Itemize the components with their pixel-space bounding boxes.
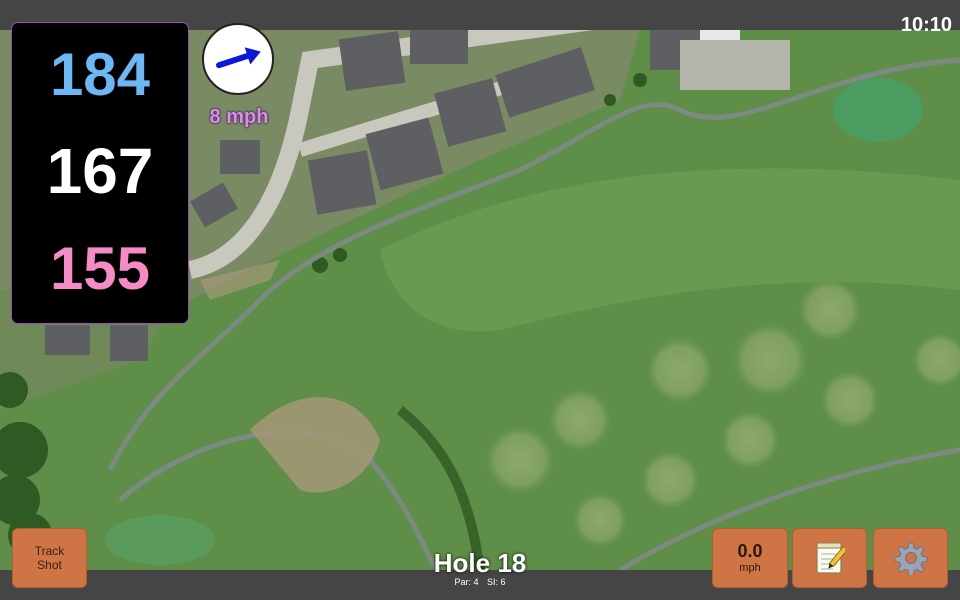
track-shot-button[interactable]: Track Shot — [12, 528, 87, 588]
notes-button[interactable] — [792, 528, 867, 588]
hole-par: Par: 4 — [454, 577, 479, 587]
arrow-right-icon — [215, 47, 261, 69]
status-time: 10:10 — [900, 14, 952, 36]
track-shot-label-line1: Track — [34, 544, 65, 558]
speed-button[interactable]: 0.0 mph — [712, 528, 788, 588]
track-shot-label-line2: Shot — [37, 558, 62, 572]
hole-meta: Par: 4 SI: 6 — [380, 577, 580, 587]
wind-speed: 8 mph — [209, 106, 269, 128]
settings-button[interactable] — [873, 528, 948, 588]
hole-title: Hole 18 — [433, 548, 527, 578]
speed-value: 0.0 — [737, 541, 763, 561]
wind-indicator — [202, 23, 274, 95]
hole-stroke-index: SI: 6 — [487, 577, 506, 587]
middle-distance: 167 — [46, 135, 154, 207]
gear-icon — [893, 542, 928, 575]
notepad-icon — [815, 542, 845, 574]
front-distance: 155 — [49, 235, 151, 302]
speed-unit: mph — [739, 562, 761, 574]
distance-panel: 184 167 155 — [11, 22, 189, 324]
back-distance: 184 — [49, 41, 151, 108]
